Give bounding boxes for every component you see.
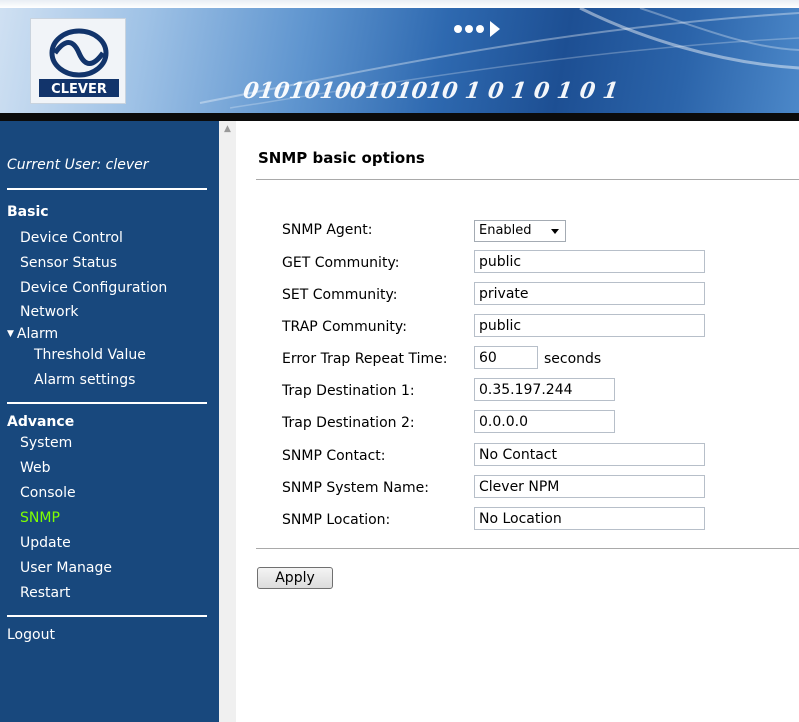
sidebar-item-snmp[interactable]: SNMP [20, 510, 60, 526]
scroll-up-arrow-icon[interactable]: ▲ [219, 121, 236, 138]
sidebar-item-restart[interactable]: Restart [20, 585, 70, 601]
snmp-agent-label: SNMP Agent: [282, 222, 373, 238]
sidebar-item-update[interactable]: Update [20, 535, 71, 551]
sidebar-item-threshold-value[interactable]: Threshold Value [34, 347, 146, 363]
sidebar-divider [7, 615, 207, 617]
set-community-label: SET Community: [282, 287, 398, 303]
set-community-input[interactable] [474, 282, 705, 305]
sidebar-item-alarm-settings[interactable]: Alarm settings [34, 372, 135, 388]
header-banner: 01010100101010 1 0 1 0 1 0 1 CLEVER [0, 0, 799, 121]
sidebar-divider [7, 402, 207, 404]
sidebar-item-system[interactable]: System [20, 435, 72, 451]
binary-text: 01010100101010 1 0 1 0 1 0 1 [242, 78, 620, 104]
sidebar-item-device-control[interactable]: Device Control [20, 230, 123, 246]
alarm-label: Alarm [16, 326, 59, 342]
page-title: SNMP basic options [258, 149, 425, 167]
logo-text: CLEVER [51, 82, 107, 97]
apply-button[interactable]: Apply [257, 567, 333, 589]
trap-destination-2-input[interactable] [474, 410, 615, 433]
seconds-unit-label: seconds [544, 351, 602, 367]
snmp-location-input[interactable] [474, 507, 705, 530]
trap-destination-1-input[interactable] [474, 378, 615, 401]
get-community-label: GET Community: [282, 255, 400, 271]
dropdown-caret-icon [551, 229, 559, 234]
snmp-location-label: SNMP Location: [282, 512, 391, 528]
sidebar-item-console[interactable]: Console [20, 485, 76, 501]
sidebar-item-sensor-status[interactable]: Sensor Status [20, 255, 117, 271]
logout-link[interactable]: Logout [7, 627, 55, 643]
sidebar-divider [7, 188, 207, 190]
current-user-label: Current User: clever [7, 157, 149, 173]
basic-section-title: Basic [7, 204, 49, 220]
sidebar-item-alarm[interactable]: ▼ Alarm [7, 326, 58, 342]
error-trap-repeat-label: Error Trap Repeat Time: [282, 351, 448, 367]
clever-logo: CLEVER [30, 18, 126, 104]
trap-community-input[interactable] [474, 314, 705, 337]
sidebar-item-web[interactable]: Web [20, 460, 51, 476]
expand-arrow-icon: ▼ [7, 329, 14, 339]
title-divider [256, 179, 799, 180]
sidebar: Current User: clever Basic Device Contro… [0, 121, 219, 722]
get-community-input[interactable] [474, 250, 705, 273]
snmp-contact-input[interactable] [474, 443, 705, 466]
sidebar-item-user-manage[interactable]: User Manage [20, 560, 112, 576]
sidebar-item-device-configuration[interactable]: Device Configuration [20, 280, 167, 296]
form-divider [256, 548, 799, 549]
sidebar-scrollbar[interactable]: ▲ [219, 121, 236, 722]
banner-top-edge [0, 0, 799, 8]
sidebar-item-network[interactable]: Network [20, 304, 78, 320]
trap-community-label: TRAP Community: [282, 319, 407, 335]
snmp-agent-select[interactable]: Enabled [474, 220, 566, 242]
banner-bottom-bar [0, 113, 799, 121]
snmp-system-name-label: SNMP System Name: [282, 480, 430, 496]
advance-section-title: Advance [7, 414, 75, 430]
main-content: SNMP basic options SNMP Agent: Enabled G… [236, 121, 799, 722]
snmp-contact-label: SNMP Contact: [282, 448, 386, 464]
snmp-system-name-input[interactable] [474, 475, 705, 498]
trap-destination-2-label: Trap Destination 2: [282, 415, 415, 431]
snmp-agent-value: Enabled [479, 223, 532, 238]
error-trap-repeat-input[interactable] [474, 346, 538, 369]
trap-destination-1-label: Trap Destination 1: [282, 383, 415, 399]
